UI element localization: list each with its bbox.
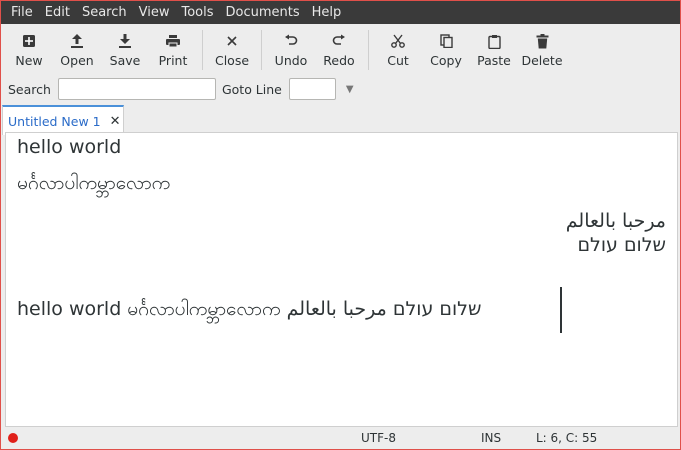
- delete-button[interactable]: Delete: [518, 30, 566, 68]
- undo-label: Undo: [274, 53, 308, 68]
- undo-icon: [284, 30, 298, 52]
- close-label: Close: [214, 53, 250, 68]
- encoding-status: UTF-8: [361, 431, 396, 445]
- save-button[interactable]: Save: [101, 30, 149, 68]
- menu-file[interactable]: File: [5, 1, 39, 24]
- toolbar-separator: [368, 30, 369, 70]
- insert-mode-status: INS: [481, 431, 502, 445]
- menu-tools[interactable]: Tools: [175, 1, 219, 24]
- print-label: Print: [158, 53, 188, 68]
- status-bar: UTF-8 INS L: 6, C: 55: [1, 427, 680, 449]
- tab-label: Untitled New 1: [8, 113, 101, 129]
- delete-label: Delete: [521, 53, 563, 68]
- tab-untitled-new-1[interactable]: Untitled New 1 ✕: [2, 105, 124, 135]
- search-input[interactable]: [57, 78, 216, 100]
- new-button[interactable]: New: [5, 30, 53, 68]
- close-button[interactable]: Close: [208, 30, 256, 68]
- menu-documents[interactable]: Documents: [220, 1, 306, 24]
- tab-close-icon[interactable]: ✕: [110, 114, 121, 129]
- menu-edit[interactable]: Edit: [39, 1, 76, 24]
- tab-bar: Untitled New 1 ✕: [1, 104, 680, 135]
- dropdown-arrow-icon[interactable]: ▼: [346, 84, 354, 95]
- cut-label: Cut: [387, 53, 409, 68]
- paste-button[interactable]: Paste: [470, 30, 518, 68]
- copy-label: Copy: [430, 53, 462, 68]
- download-icon: [118, 30, 132, 52]
- menu-search[interactable]: Search: [76, 1, 133, 24]
- toolbar-separator: [261, 30, 262, 70]
- editor-line-6: hello world မင်္ဂလာပါကမ္ဘာလောက שלום עולם…: [17, 298, 482, 320]
- redo-label: Redo: [323, 53, 355, 68]
- menu-view[interactable]: View: [133, 1, 176, 24]
- open-label: Open: [60, 53, 94, 68]
- undo-button[interactable]: Undo: [267, 30, 315, 68]
- trash-icon: [536, 30, 549, 52]
- print-button[interactable]: Print: [149, 30, 197, 68]
- editor-line-2: မင်္ဂလာပါကမ္ဘာလောက: [17, 172, 171, 194]
- copy-button[interactable]: Copy: [422, 30, 470, 68]
- copy-icon: [439, 30, 453, 52]
- clipboard-icon: [487, 30, 501, 52]
- new-document-icon: [22, 30, 36, 52]
- text-cursor: [560, 287, 562, 333]
- goto-line-label: Goto Line: [221, 81, 282, 97]
- redo-icon: [332, 30, 346, 52]
- open-button[interactable]: Open: [53, 30, 101, 68]
- modified-indicator-icon: [8, 433, 18, 443]
- editor-line-3: مرحبا بالعالم: [565, 210, 666, 232]
- editor-window: File Edit Search View Tools Documents He…: [0, 0, 681, 450]
- toolbar: New Open Save Print Close Undo Redo Cut …: [1, 24, 680, 74]
- scissors-icon: [391, 30, 405, 52]
- save-label: Save: [109, 53, 141, 68]
- search-label: Search: [8, 81, 51, 97]
- close-icon: [226, 30, 238, 52]
- upload-icon: [70, 30, 84, 52]
- goto-line-input[interactable]: [288, 78, 336, 100]
- menubar: File Edit Search View Tools Documents He…: [1, 1, 680, 24]
- printer-icon: [165, 30, 181, 52]
- cut-button[interactable]: Cut: [374, 30, 422, 68]
- menu-help[interactable]: Help: [306, 1, 348, 24]
- new-label: New: [15, 53, 43, 68]
- toolbar-separator: [202, 30, 203, 70]
- search-bar: Search Goto Line ▼: [1, 74, 680, 104]
- cursor-position-status: L: 6, C: 55: [536, 431, 598, 445]
- paste-label: Paste: [477, 53, 511, 68]
- editor-line-4: שלום עולם: [577, 234, 666, 256]
- editor-line-1: hello world: [17, 136, 122, 158]
- redo-button[interactable]: Redo: [315, 30, 363, 68]
- text-editor[interactable]: hello world မင်္ဂလာပါကမ္ဘာလောက مرحبا بال…: [5, 132, 678, 427]
